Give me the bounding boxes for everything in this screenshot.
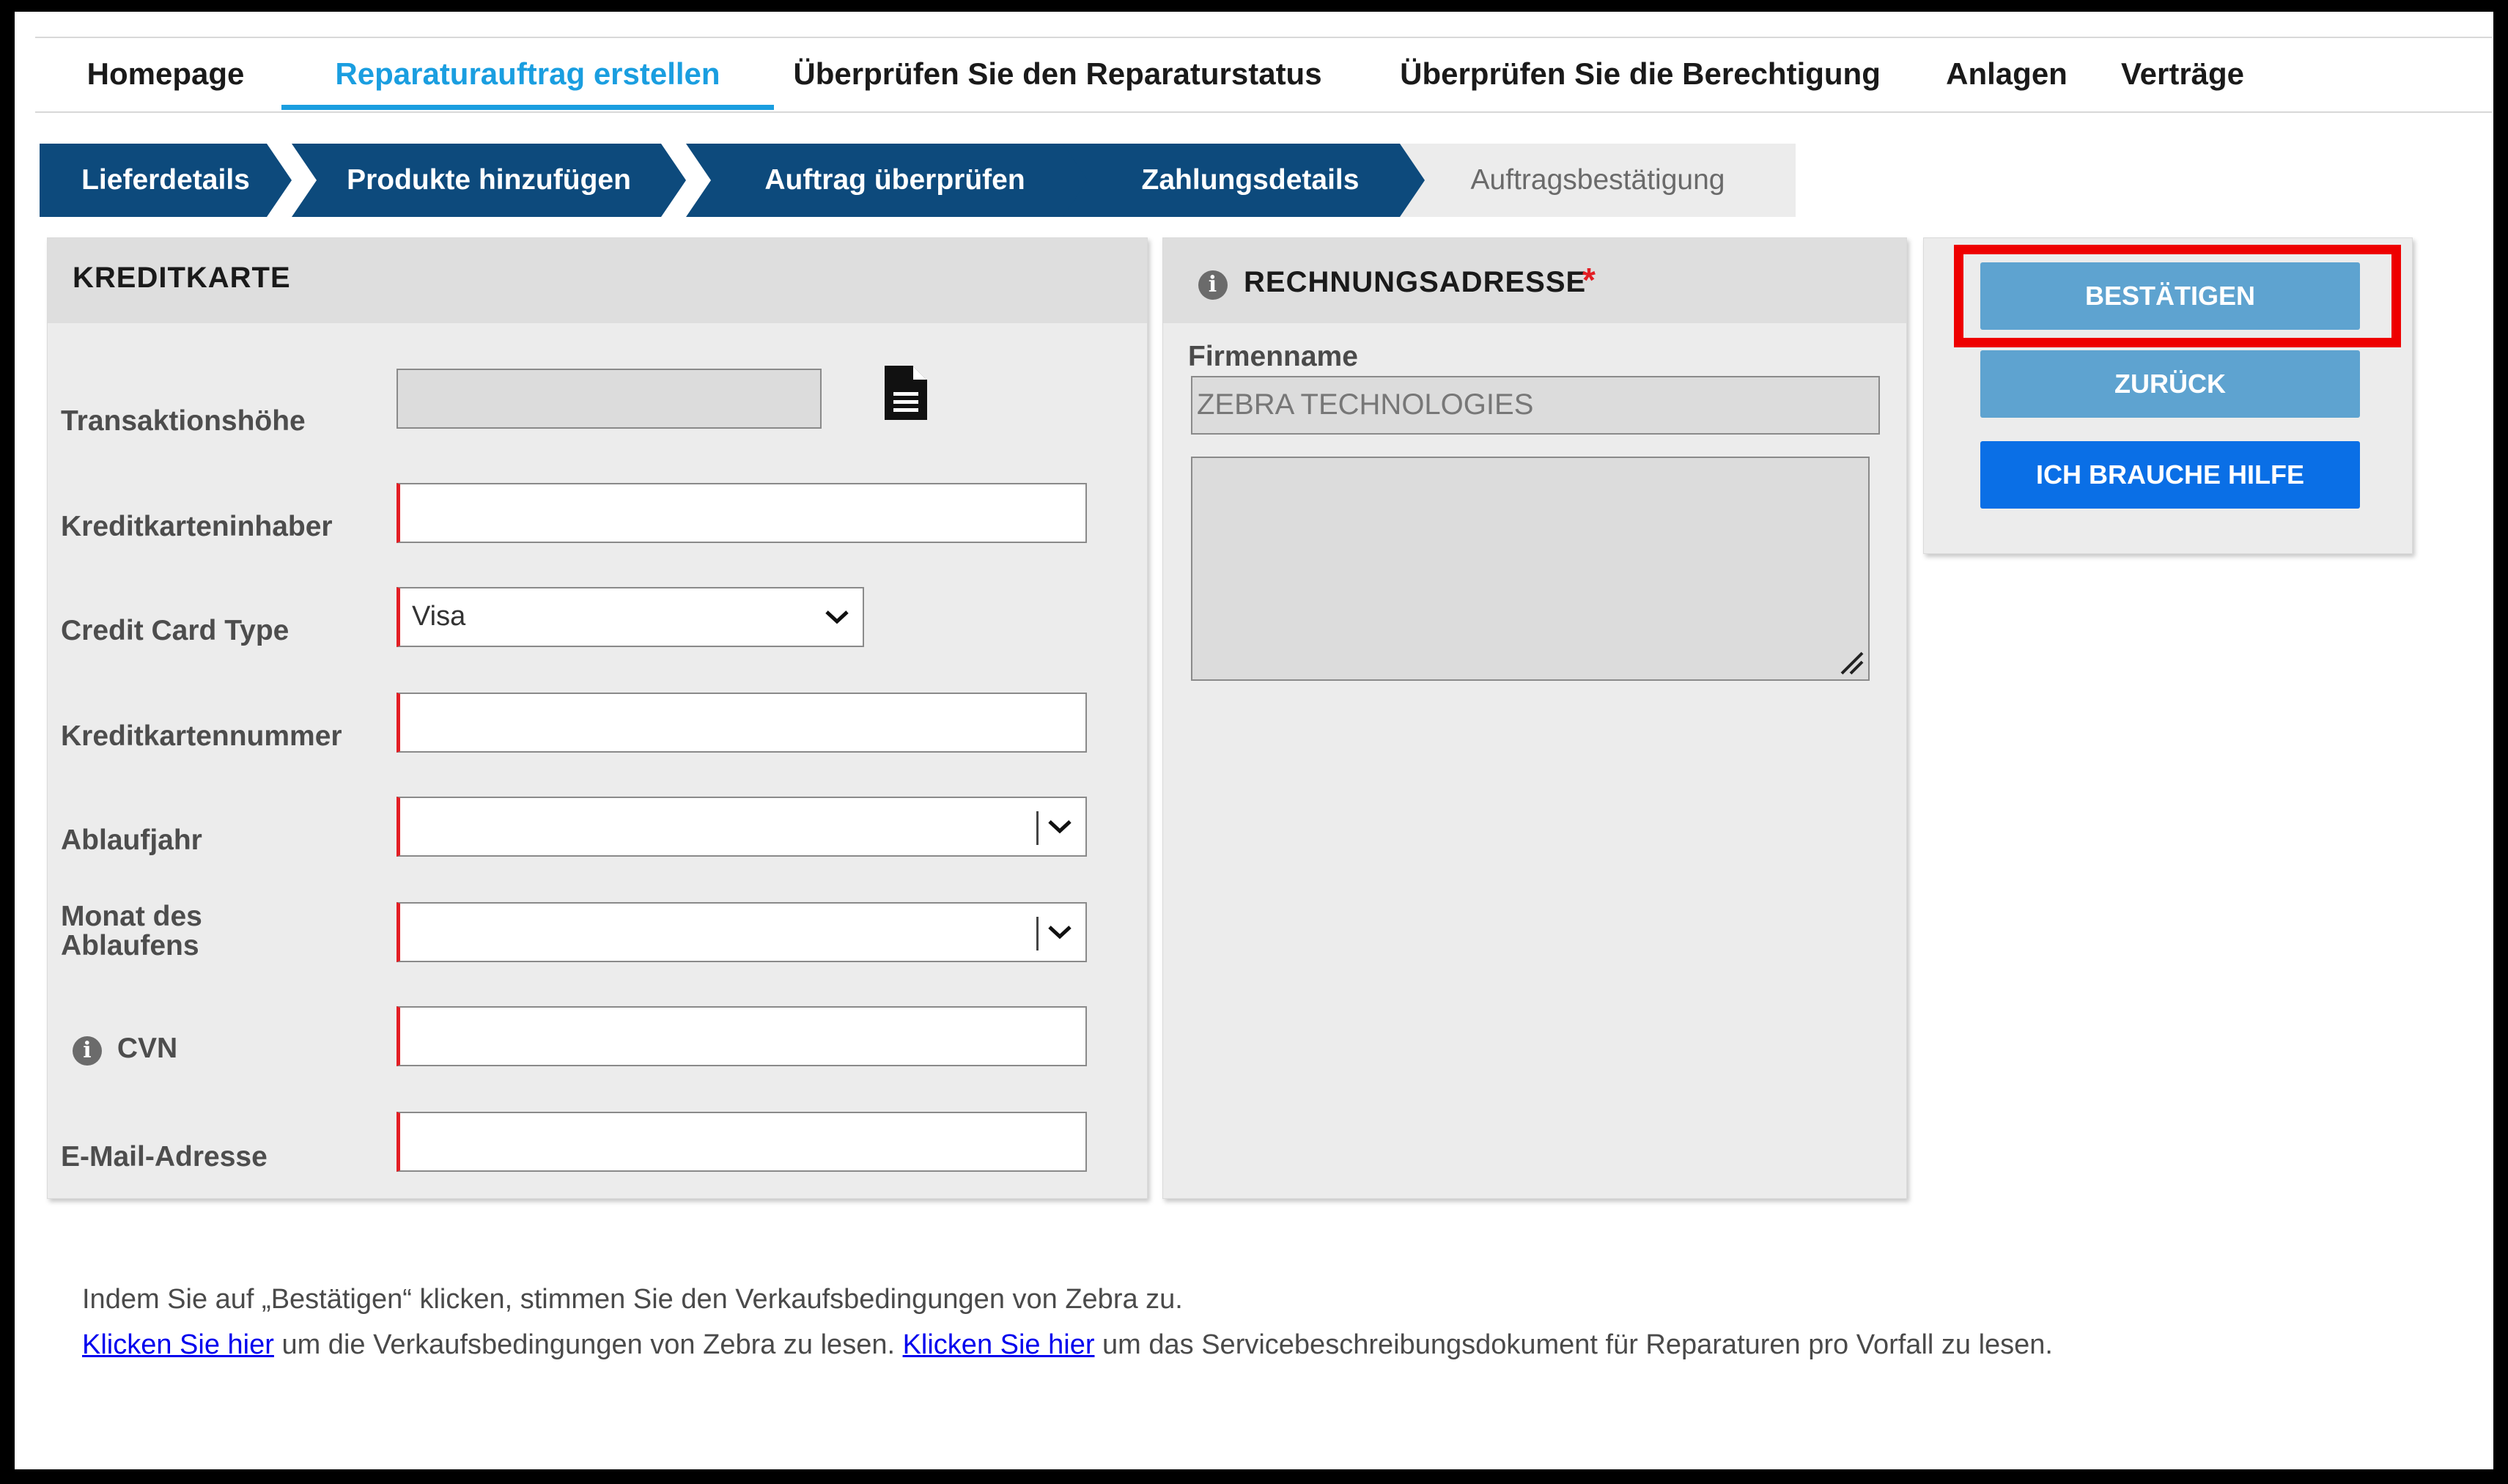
terms-of-sale-text: um die Verkaufsbedingungen von Zebra zu … [273, 1329, 903, 1360]
billing-address-panel: i RECHNUNGSADRESSE * Firmenname ZEBRA TE… [1162, 237, 1907, 1199]
cvn-label: i CVN [73, 1034, 177, 1066]
step-order-confirmation: Auftragsbestätigung [1400, 144, 1796, 217]
expiry-month-select[interactable] [397, 902, 1087, 962]
cvn-field[interactable] [397, 1006, 1087, 1066]
step-payment-details: Zahlungsdetails [1063, 144, 1438, 217]
select-separator [1036, 811, 1039, 845]
company-name-label: Firmenname [1188, 341, 1358, 372]
tab-assets[interactable]: Anlagen [1926, 38, 2087, 111]
service-description-text: um das Servicebeschreibungsdokument für … [1094, 1329, 2053, 1360]
company-name-field: ZEBRA TECHNOLOGIES [1191, 376, 1880, 435]
expiry-year-label: Ablaufjahr [61, 824, 202, 856]
transaction-amount-label: Transaktionshöhe [61, 405, 306, 437]
card-type-label: Credit Card Type [61, 615, 289, 646]
tab-check-repair-status[interactable]: Überprüfen Sie den Reparaturstatus [772, 38, 1343, 111]
terms-of-sale-link[interactable]: Klicken Sie hier [82, 1329, 274, 1360]
step-delivery-details[interactable]: Lieferdetails [40, 144, 292, 217]
expiry-year-select[interactable] [397, 797, 1087, 857]
tab-create-repair-order[interactable]: Reparaturauftrag erstellen [281, 38, 774, 110]
billing-address-textarea[interactable] [1191, 457, 1870, 681]
chevron-down-icon [1048, 926, 1072, 940]
card-number-label: Kreditkartennummer [61, 720, 342, 752]
card-number-field[interactable] [397, 693, 1087, 753]
top-navigation: Homepage Reparaturauftrag erstellen Über… [35, 37, 2492, 113]
expiry-month-label: Monat des Ablaufens [61, 901, 202, 961]
required-marker: * [1582, 261, 1596, 299]
chevron-down-icon [1048, 820, 1072, 834]
resize-handle-icon[interactable] [1839, 650, 1864, 675]
document-icon[interactable] [883, 364, 929, 425]
tab-check-eligibility[interactable]: Überprüfen Sie die Berechtigung [1369, 38, 1911, 111]
select-separator [1036, 917, 1039, 950]
step-add-products[interactable]: Produkte hinzufügen [292, 144, 686, 217]
card-holder-field[interactable] [397, 483, 1087, 543]
confirm-highlight-box [1954, 245, 2401, 347]
email-field[interactable] [397, 1112, 1087, 1172]
service-description-link[interactable]: Klicken Sie hier [903, 1329, 1095, 1360]
credit-card-panel: KREDITKARTE Transaktionshöhe Kreditkarte… [47, 237, 1148, 1199]
card-type-select[interactable]: Visa [397, 587, 864, 647]
info-icon[interactable]: i [1198, 270, 1228, 300]
billing-address-panel-header: i RECHNUNGSADRESSE * [1163, 238, 1906, 323]
tab-homepage[interactable]: Homepage [85, 38, 246, 111]
back-button[interactable]: ZURÜCK [1980, 350, 2360, 418]
transaction-amount-field [397, 369, 822, 429]
info-icon[interactable]: i [73, 1036, 102, 1066]
terms-links: Klicken Sie hier um die Verkaufsbedingun… [82, 1329, 2053, 1361]
credit-card-panel-header: KREDITKARTE [48, 238, 1147, 323]
card-type-value: Visa [412, 601, 466, 632]
tab-contracts[interactable]: Verträge [2109, 38, 2256, 111]
terms-notice: Indem Sie auf „Bestätigen“ klicken, stim… [82, 1284, 1183, 1315]
chevron-down-icon [825, 610, 849, 624]
email-label: E-Mail-Adresse [61, 1141, 268, 1173]
credit-card-title: KREDITKARTE [73, 262, 291, 294]
card-holder-label: Kreditkarteninhaber [61, 511, 333, 542]
billing-info-icon-wrap: i [1198, 266, 1228, 300]
help-button[interactable]: ICH BRAUCHE HILFE [1980, 441, 2360, 509]
billing-address-title: RECHNUNGSADRESSE [1244, 266, 1587, 298]
step-review-order[interactable]: Auftrag überprüfen [686, 144, 1104, 217]
